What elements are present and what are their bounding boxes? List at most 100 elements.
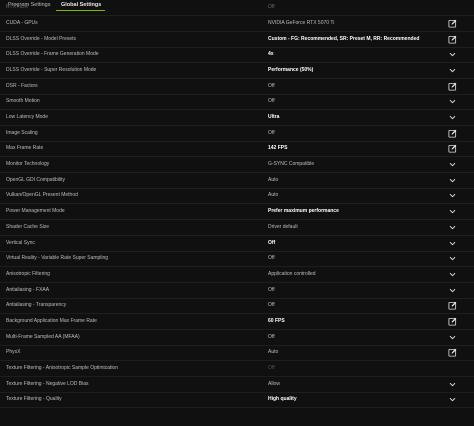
chevron-down-icon[interactable] — [448, 223, 457, 232]
setting-label: Virtual Reality - Variable Rate Super Sa… — [6, 255, 109, 262]
setting-value: G-SYNC Compatible — [268, 161, 315, 168]
edit-icon[interactable] — [448, 144, 457, 153]
setting-row[interactable]: Power Management Mode Prefer maximum perf… — [0, 204, 474, 221]
setting-row[interactable]: Multi-Frame Sampled AA (MFAA) Off — [0, 330, 474, 346]
setting-row[interactable]: Monitor Technology G-SYNC Compatible — [0, 157, 474, 174]
edit-icon[interactable] — [448, 19, 457, 28]
setting-label: PhysX — [6, 349, 21, 356]
setting-label: Texture Filtering - Anisotropic Sample O… — [6, 364, 118, 371]
setting-label: RTX HDR — [6, 4, 29, 10]
setting-row[interactable]: Antialiasing - Transparency Off — [0, 298, 474, 315]
setting-value: Off — [268, 239, 276, 246]
setting-value: Performance (50%) — [268, 67, 314, 74]
setting-label: Power Management Mode — [6, 208, 65, 215]
chevron-down-icon[interactable] — [448, 286, 457, 295]
setting-label: Image Scaling — [6, 129, 38, 136]
setting-row[interactable]: Image Scaling Off — [0, 126, 474, 142]
setting-label: Texture Filtering - Negative LOD Bias — [6, 380, 89, 387]
setting-label: DLSS Override - Super Resolution Mode — [6, 67, 97, 74]
setting-value: Off — [268, 82, 275, 89]
setting-label: Shader Cache Size — [6, 223, 50, 230]
chevron-down-icon[interactable] — [448, 254, 457, 263]
setting-value: Prefer maximum performance — [268, 208, 339, 215]
setting-label: Vulkan/OpenGL Present Method — [6, 192, 78, 199]
chevron-down-icon[interactable] — [448, 97, 457, 106]
chevron-down-icon[interactable] — [448, 50, 457, 59]
chevron-down-icon[interactable] — [448, 270, 457, 279]
edit-icon[interactable] — [448, 129, 457, 138]
setting-value: 4x — [268, 51, 274, 58]
setting-row[interactable]: Max Frame Rate 142 FPS — [0, 141, 474, 158]
setting-row[interactable]: CUDA - GPUs NVIDIA GeForce RTX 5070 Ti — [0, 16, 474, 32]
chevron-down-icon[interactable] — [448, 239, 457, 248]
setting-label: Max Frame Rate — [6, 145, 44, 152]
setting-label: Low Latency Mode — [6, 114, 48, 121]
setting-label: DLSS Override - Frame Generation Mode — [6, 51, 99, 58]
chevron-down-icon[interactable] — [448, 113, 457, 122]
chevron-down-icon[interactable] — [448, 160, 457, 169]
setting-value: Auto — [268, 176, 279, 183]
chevron-down-icon[interactable] — [448, 207, 457, 216]
setting-value: High quality — [268, 396, 297, 403]
chevron-down-icon[interactable] — [448, 395, 457, 404]
setting-value: NVIDIA GeForce RTX 5070 Ti — [268, 20, 335, 26]
setting-row[interactable]: DSR - Factors Off — [0, 79, 474, 95]
chevron-down-icon[interactable] — [448, 191, 457, 200]
setting-row[interactable]: Texture Filtering - Quality High quality — [0, 392, 474, 409]
setting-label: DLSS Override - Model Presets — [6, 35, 77, 42]
setting-label: Multi-Frame Sampled AA (MFAA) — [6, 333, 80, 340]
setting-label: CUDA - GPUs — [6, 20, 38, 26]
setting-label: Antialiasing - Transparency — [6, 302, 67, 309]
setting-label: Smooth Motion — [6, 98, 40, 105]
setting-row[interactable]: PhysX Auto — [0, 345, 474, 362]
setting-label: Anisotropic Filtering — [6, 270, 50, 277]
setting-value: Off — [268, 129, 275, 136]
setting-label: Background Application Max Frame Rate — [6, 317, 97, 324]
chevron-down-icon[interactable] — [448, 66, 457, 75]
edit-icon[interactable] — [448, 317, 457, 326]
setting-label: Texture Filtering - Quality — [6, 396, 62, 403]
setting-row[interactable]: Low Latency Mode Ultra — [0, 110, 474, 127]
chevron-down-icon[interactable] — [448, 380, 457, 389]
edit-icon[interactable] — [448, 301, 457, 310]
setting-label: DSR - Factors — [6, 82, 38, 89]
setting-value: Ultra — [268, 114, 280, 121]
setting-row[interactable]: DLSS Override - Frame Generation Mode 4x — [0, 47, 474, 64]
setting-value: Off — [268, 98, 275, 105]
setting-value: Off — [268, 255, 275, 262]
edit-icon[interactable] — [448, 82, 457, 91]
setting-label: Vertical Sync — [6, 239, 35, 246]
setting-value: Auto — [268, 349, 279, 356]
setting-row-partial[interactable]: RTX HDR Off — [0, 4, 474, 16]
setting-row[interactable]: Background Application Max Frame Rate 60 … — [0, 314, 474, 330]
setting-label: Monitor Technology — [6, 161, 50, 168]
setting-value: Auto — [268, 192, 279, 199]
setting-row[interactable]: Texture Filtering - Negative LOD Bias All… — [0, 377, 474, 393]
setting-row[interactable]: Vertical Sync Off — [0, 236, 474, 252]
setting-value: Allow — [268, 380, 280, 387]
setting-row[interactable]: Virtual Reality - Variable Rate Super Sa… — [0, 251, 474, 268]
setting-row[interactable]: Antialiasing - FXAA Off — [0, 283, 474, 299]
setting-value: Off — [268, 364, 275, 371]
setting-value: Off — [268, 286, 275, 293]
setting-row[interactable]: OpenGL GDI Compatibility Auto — [0, 173, 474, 189]
setting-label: Antialiasing - FXAA — [6, 286, 50, 293]
setting-row[interactable]: Smooth Motion Off — [0, 94, 474, 111]
setting-row[interactable]: Vulkan/OpenGL Present Method Auto — [0, 188, 474, 205]
setting-row[interactable]: Shader Cache Size Driver default — [0, 220, 474, 236]
chevron-down-icon[interactable] — [448, 333, 457, 342]
setting-row: Texture Filtering - Anisotropic Sample O… — [0, 361, 474, 377]
setting-value: Off — [268, 302, 275, 309]
edit-icon[interactable] — [448, 35, 457, 44]
setting-value: 142 FPS — [268, 145, 288, 152]
setting-label: OpenGL GDI Compatibility — [6, 176, 66, 183]
setting-row[interactable]: DLSS Override - Model Presets Custom - FG… — [0, 32, 474, 48]
setting-value: Application controlled — [268, 270, 316, 277]
setting-row[interactable]: DLSS Override - Super Resolution Mode Per… — [0, 63, 474, 80]
setting-value: Off — [268, 333, 275, 340]
setting-value: Off — [268, 4, 275, 10]
chevron-down-icon[interactable] — [448, 176, 457, 185]
setting-row[interactable]: Anisotropic Filtering Application control… — [0, 267, 474, 283]
setting-value: 60 FPS — [268, 317, 285, 324]
edit-icon[interactable] — [448, 348, 457, 357]
